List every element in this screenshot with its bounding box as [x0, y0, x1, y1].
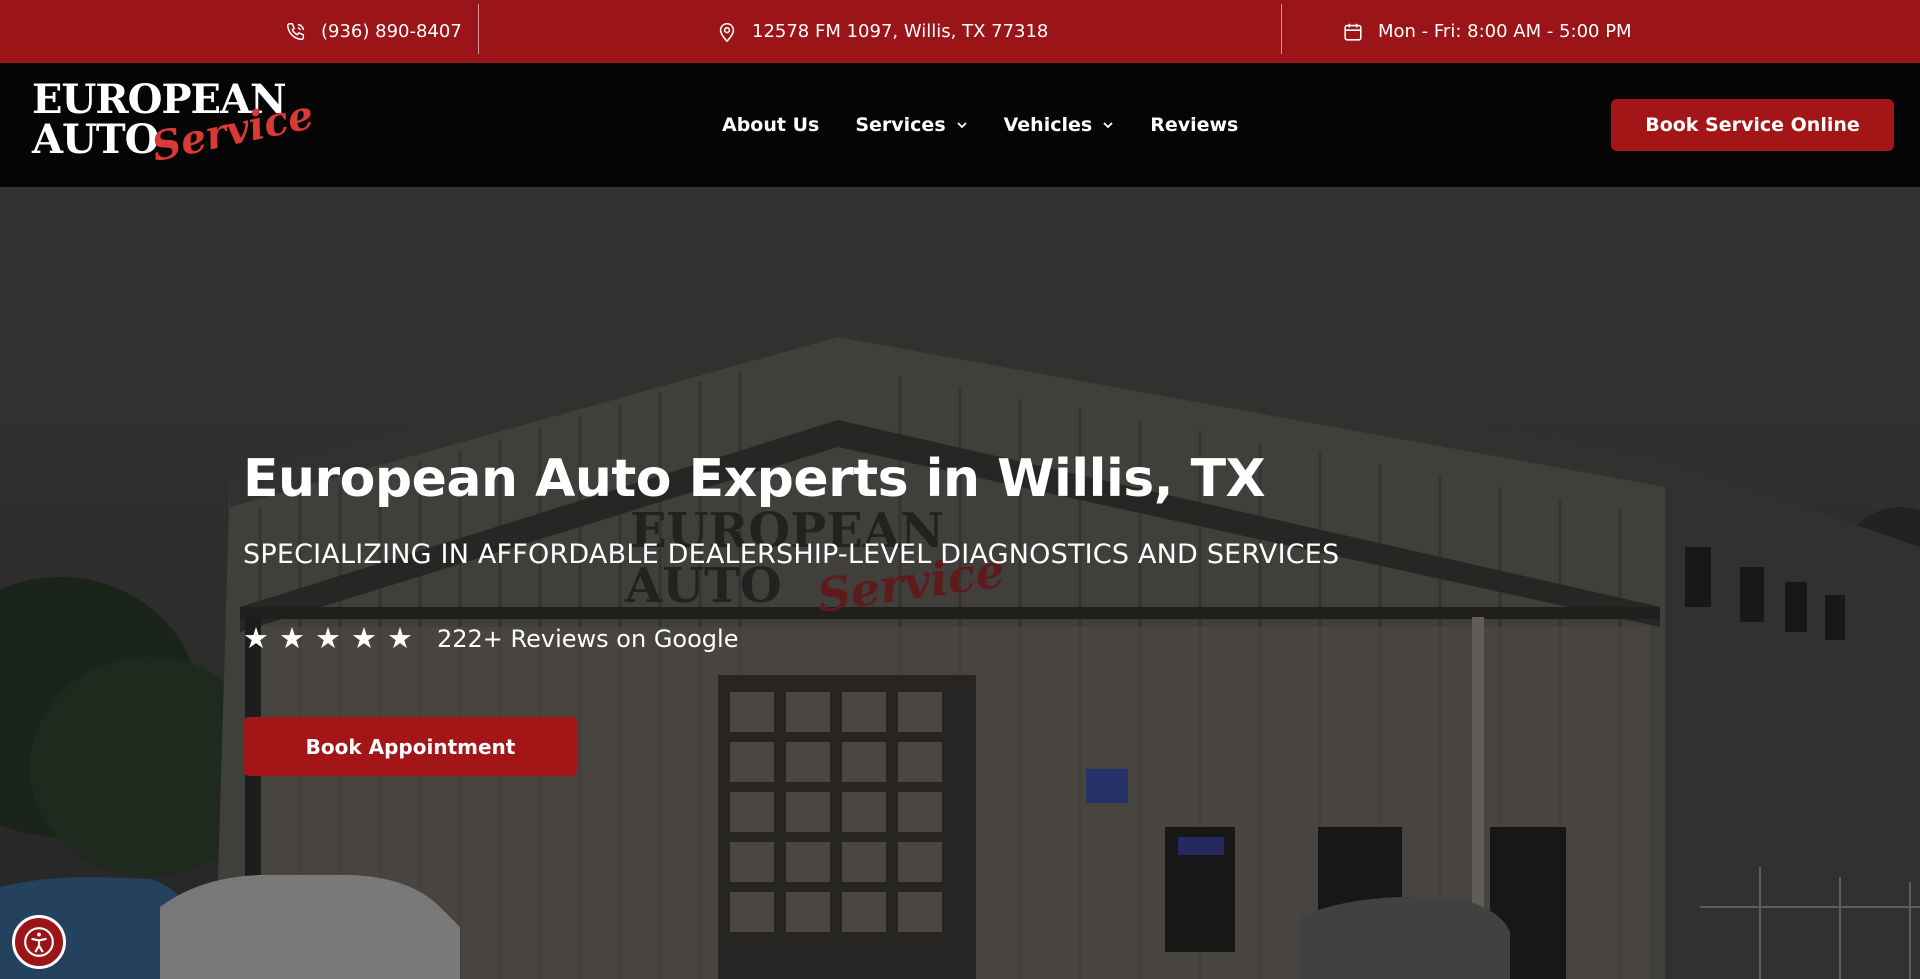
main-nav: About Us Services Vehicles Reviews: [722, 63, 1238, 187]
google-reviews[interactable]: ★ ★ ★ ★ ★ 222+ Reviews on Google: [243, 624, 738, 653]
chevron-down-icon: [1103, 122, 1113, 129]
hero-section: EUROPEAN AUTO Service European Auto Expe…: [0, 187, 1920, 979]
address-text: 12578 FM 1097, Willis, TX 77318: [752, 21, 1049, 42]
star-icon: ★: [315, 621, 341, 655]
book-appointment-button[interactable]: Book Appointment: [244, 717, 577, 776]
calendar-icon: [1344, 23, 1362, 41]
star-icon: ★: [351, 621, 377, 655]
nav-label: Vehicles: [1003, 114, 1093, 136]
site-header: EUROPEAN AUTO Service About Us Services …: [0, 63, 1920, 187]
star-icon: ★: [387, 621, 413, 655]
book-service-online-button[interactable]: Book Service Online: [1611, 99, 1894, 151]
star-rating: ★ ★ ★ ★ ★: [243, 624, 413, 653]
hero-subtitle: SPECIALIZING IN AFFORDABLE DEALERSHIP-LE…: [243, 539, 1340, 570]
address-link[interactable]: 12578 FM 1097, Willis, TX 77318: [716, 0, 1048, 63]
top-info-bar: (936) 890-8407 12578 FM 1097, Willis, TX…: [0, 0, 1920, 63]
nav-reviews[interactable]: Reviews: [1150, 114, 1238, 136]
phone-link[interactable]: (936) 890-8407: [285, 0, 462, 63]
nav-label: About Us: [722, 114, 820, 136]
nav-label: Services: [855, 114, 946, 136]
map-pin-icon: [719, 22, 735, 42]
star-icon: ★: [279, 621, 305, 655]
nav-about-us[interactable]: About Us: [722, 114, 819, 136]
accessibility-button[interactable]: [12, 915, 66, 969]
star-icon: ★: [243, 621, 269, 655]
nav-vehicles[interactable]: Vehicles: [1004, 114, 1115, 136]
hours-info: Mon - Fri: 8:00 AM - 5:00 PM: [1342, 0, 1632, 63]
phone-number: (936) 890-8407: [321, 21, 462, 42]
logo[interactable]: EUROPEAN AUTO Service: [32, 79, 317, 171]
accessibility-icon: [24, 927, 54, 957]
divider: [1281, 4, 1282, 54]
logo-line-2: AUTO: [32, 116, 160, 163]
phone-icon: [287, 22, 305, 40]
hero-overlay: [0, 187, 1920, 979]
nav-label: Reviews: [1150, 114, 1239, 136]
hours-text: Mon - Fri: 8:00 AM - 5:00 PM: [1378, 21, 1632, 42]
nav-services[interactable]: Services: [855, 114, 967, 136]
chevron-down-icon: [956, 122, 967, 129]
reviews-count: 222+ Reviews on Google: [437, 624, 739, 653]
hero-title: European Auto Experts in Willis, TX: [243, 449, 1266, 509]
divider: [478, 4, 479, 54]
